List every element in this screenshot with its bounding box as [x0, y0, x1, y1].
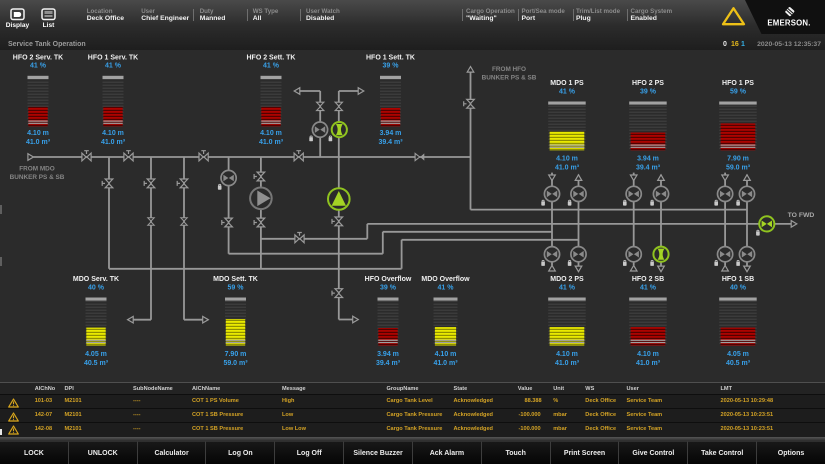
svg-text:41.0 m³: 41.0 m³ — [636, 360, 661, 367]
svg-text:41 %: 41 % — [263, 63, 280, 70]
svg-text:Display: Display — [6, 22, 30, 29]
svg-text:41.0 m³: 41.0 m³ — [555, 165, 580, 172]
svg-text:40 %: 40 % — [88, 284, 105, 291]
svg-text:HFO 2 Sett. TK: HFO 2 Sett. TK — [246, 55, 295, 62]
svg-text:MDO 2 PS: MDO 2 PS — [550, 276, 584, 283]
svg-text:3.94 m: 3.94 m — [377, 351, 399, 358]
svg-text:40.5 m³: 40.5 m³ — [726, 360, 751, 367]
svg-text:41.0 m³: 41.0 m³ — [555, 360, 580, 367]
svg-text:HFO Overflow: HFO Overflow — [365, 276, 412, 283]
svg-text:41 %: 41 % — [640, 284, 657, 291]
svg-text:39 %: 39 % — [380, 284, 397, 291]
svg-text:40 %: 40 % — [730, 284, 747, 291]
svg-text:4.10 m: 4.10 m — [102, 130, 124, 137]
svg-text:41 %: 41 % — [438, 284, 455, 291]
svg-text:MDO Sett. TK: MDO Sett. TK — [213, 276, 258, 283]
svg-text:HFO 1 PS: HFO 1 PS — [722, 80, 754, 87]
svg-text:40.5 m³: 40.5 m³ — [84, 360, 109, 367]
svg-text:HFO 1 Sett. TK: HFO 1 Sett. TK — [366, 55, 415, 62]
svg-text:4.05 m: 4.05 m — [85, 351, 107, 358]
svg-text:59.0 m³: 59.0 m³ — [223, 360, 248, 367]
svg-text:MDO 1 PS: MDO 1 PS — [550, 80, 584, 87]
svg-text:39.4 m³: 39.4 m³ — [376, 360, 401, 367]
svg-text:4.05 m: 4.05 m — [727, 351, 749, 358]
svg-text:39.4 m³: 39.4 m³ — [636, 165, 661, 172]
svg-text:4.10 m: 4.10 m — [556, 156, 578, 163]
svg-text:7.90 m: 7.90 m — [727, 156, 749, 163]
svg-text:3.94 m: 3.94 m — [637, 156, 659, 163]
svg-text:41 %: 41 % — [559, 88, 576, 95]
svg-text:41 %: 41 % — [30, 63, 47, 70]
svg-text:41.0 m³: 41.0 m³ — [433, 360, 458, 367]
svg-text:59 %: 59 % — [730, 88, 747, 95]
svg-text:4.10 m: 4.10 m — [435, 351, 457, 358]
svg-text:EMERSON.: EMERSON. — [767, 18, 810, 27]
svg-text:4.10 m: 4.10 m — [556, 351, 578, 358]
svg-text:7.90 m: 7.90 m — [225, 351, 247, 358]
svg-text:41 %: 41 % — [559, 284, 576, 291]
svg-text:4.10 m: 4.10 m — [260, 130, 282, 137]
svg-text:3.94 m: 3.94 m — [380, 130, 402, 137]
svg-text:HFO 1 SB: HFO 1 SB — [722, 276, 754, 283]
svg-text:59 %: 59 % — [228, 284, 245, 291]
svg-text:41 %: 41 % — [105, 63, 122, 70]
svg-text:BUNKER PS & SB: BUNKER PS & SB — [482, 75, 537, 82]
svg-text:HFO 2 SB: HFO 2 SB — [632, 276, 664, 283]
svg-text:41.0 m³: 41.0 m³ — [101, 139, 126, 146]
svg-text:4.10 m: 4.10 m — [27, 130, 49, 137]
svg-text:List: List — [43, 22, 56, 29]
svg-text:MDO Overflow: MDO Overflow — [421, 276, 470, 283]
svg-text:39 %: 39 % — [640, 88, 657, 95]
svg-text:59.0 m³: 59.0 m³ — [726, 165, 751, 172]
svg-text:FROM MDO: FROM MDO — [19, 166, 55, 173]
svg-text:HFO 1 Serv. TK: HFO 1 Serv. TK — [88, 55, 138, 62]
svg-text:MDO Serv. TK: MDO Serv. TK — [73, 276, 119, 283]
svg-text:FROM HFO: FROM HFO — [492, 66, 526, 73]
svg-text:41.0 m³: 41.0 m³ — [26, 139, 51, 146]
svg-text:39 %: 39 % — [383, 63, 400, 70]
svg-text:HFO 2 Serv. TK: HFO 2 Serv. TK — [13, 55, 63, 62]
svg-text:41.0 m³: 41.0 m³ — [259, 139, 284, 146]
svg-text:39.4 m³: 39.4 m³ — [378, 139, 403, 146]
svg-text:4.10 m: 4.10 m — [637, 351, 659, 358]
svg-text:TO FWD: TO FWD — [788, 212, 815, 219]
svg-text:HFO 2 PS: HFO 2 PS — [632, 80, 664, 87]
svg-text:BUNKER PS & SB: BUNKER PS & SB — [10, 174, 65, 181]
